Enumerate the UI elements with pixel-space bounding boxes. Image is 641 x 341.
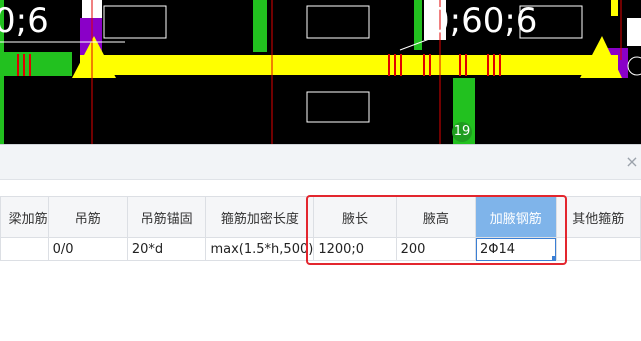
col-header-haunch-height[interactable]: 腋高 — [395, 196, 477, 238]
col-header-haunch-length[interactable]: 腋长 — [313, 196, 397, 238]
cad-viewport[interactable]: 0;6 0;60;6 19 — [0, 0, 641, 144]
col-header-hanger-anchorage[interactable]: 吊筋锚固 — [126, 196, 207, 238]
cell-haunch-height[interactable]: 200 — [395, 237, 477, 261]
cell-hanger-bars[interactable]: 0/0 — [47, 237, 128, 261]
dialog-header: × — [0, 145, 641, 180]
cell-other-stirrups[interactable] — [555, 237, 641, 261]
col-header-other-stirrups[interactable]: 其他箍筋 — [555, 196, 641, 238]
cad-drawing — [0, 0, 641, 144]
cad-label-right: 0;60;6 — [428, 1, 538, 41]
cad-label-left: 0;6 — [0, 1, 49, 41]
cell-haunch-rebar[interactable]: 2Φ14 — [475, 237, 557, 261]
col-header-haunch-rebar[interactable]: 加腋钢筋 — [475, 196, 557, 238]
axis-marker: 19 — [452, 122, 472, 142]
property-grid: 梁加筋 吊筋 吊筋锚固 箍筋加密长度 腋长 腋高 加腋钢筋 其他箍筋 0/0 2… — [0, 196, 641, 261]
cell-hanger-anchorage[interactable]: 20*d — [126, 237, 207, 261]
col-header-hanger-bars[interactable]: 吊筋 — [47, 196, 128, 238]
table-row: 0/0 20*d max(1.5*h,500) 1200;0 200 2Φ14 — [0, 237, 641, 261]
grid-header-row: 梁加筋 吊筋 吊筋锚固 箍筋加密长度 腋长 腋高 加腋钢筋 其他箍筋 — [0, 196, 641, 238]
col-header-beam-bars[interactable]: 梁加筋 — [0, 196, 49, 238]
cell-haunch-length[interactable]: 1200;0 — [313, 237, 397, 261]
cell-stirrup-dense-length[interactable]: max(1.5*h,500) — [205, 237, 315, 261]
col-header-stirrup-dense-length[interactable]: 箍筋加密长度 — [205, 196, 315, 238]
cell-beam-bars[interactable] — [0, 237, 49, 261]
close-icon[interactable]: × — [623, 153, 641, 171]
